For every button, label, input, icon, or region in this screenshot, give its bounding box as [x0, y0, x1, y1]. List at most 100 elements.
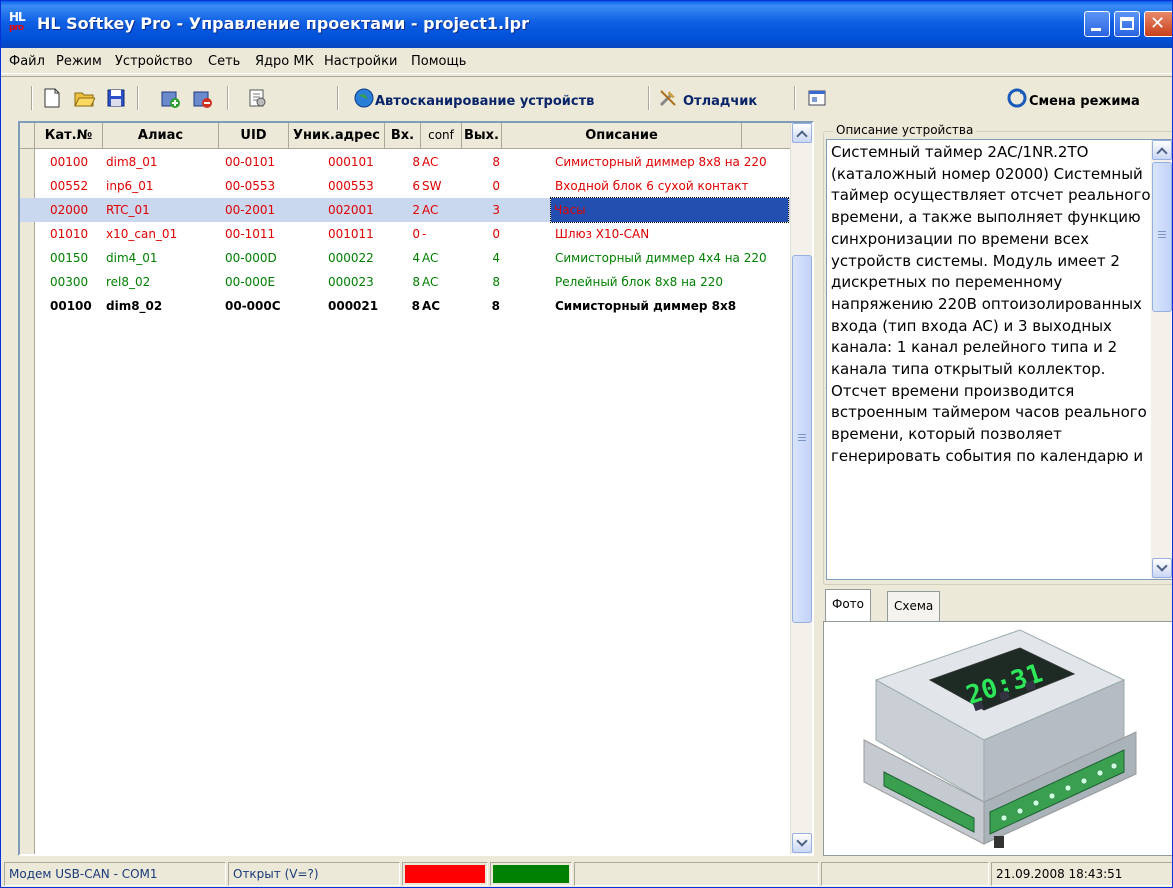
col-alias[interactable]: Алиас [103, 123, 219, 149]
table-row[interactable]: 00300 rel8_02 00-000E 000023 8 AC 8 Релейный бл… [20, 270, 790, 294]
cell-conf[interactable]: SW [422, 174, 460, 198]
cell-out[interactable]: 8 [482, 270, 500, 294]
debugger-button[interactable]: Отладчик [683, 94, 757, 109]
cell-in[interactable]: 4 [402, 246, 420, 270]
col-address[interactable]: Уник.адрес [289, 123, 385, 149]
table-scrollbar[interactable] [790, 123, 812, 854]
menu-file[interactable]: Файл [9, 54, 45, 69]
cell-in[interactable]: 0 [402, 222, 420, 246]
cell-desc[interactable]: Симисторный диммер 4x4 на 220 [555, 246, 790, 270]
cell-desc[interactable]: Симисторный диммер 8x8 [555, 294, 790, 318]
cell-out[interactable]: 0 [482, 174, 500, 198]
cell-out[interactable]: 4 [482, 246, 500, 270]
cell-alias[interactable]: dim4_01 [106, 246, 216, 270]
cell-conf[interactable]: AC [422, 270, 460, 294]
table-row[interactable]: 00552 inp6_01 00-0553 000553 6 SW 0 Входной бло… [20, 174, 790, 198]
cell-addr[interactable]: 000022 [328, 246, 384, 270]
autoscan-button[interactable]: Автосканирование устройств [375, 94, 594, 109]
cell-conf[interactable]: AC [422, 150, 460, 174]
cell-alias[interactable]: dim8_01 [106, 150, 216, 174]
cell-desc[interactable]: Симисторный диммер 8x8 на 220 [555, 150, 790, 174]
desc-scroll-down-button[interactable] [1152, 558, 1172, 578]
device-table[interactable]: Кат.№ Алиас UID Уник.адрес Вх. conf Вых.… [18, 121, 814, 856]
cell-uid[interactable]: 00-000E [225, 270, 289, 294]
cell-cat[interactable]: 01010 [50, 222, 102, 246]
cell-cat[interactable]: 00150 [50, 246, 102, 270]
cell-uid[interactable]: 00-0101 [225, 150, 289, 174]
cell-out[interactable]: 8 [482, 150, 500, 174]
maximize-button[interactable] [1114, 11, 1140, 37]
cell-uid[interactable]: 00-000D [225, 246, 289, 270]
cell-conf[interactable]: AC [422, 294, 460, 318]
description-scrollbar[interactable] [1151, 140, 1172, 579]
col-uid[interactable]: UID [219, 123, 289, 149]
menu-settings[interactable]: Настройки [324, 54, 397, 69]
cell-conf[interactable]: AC [422, 198, 460, 222]
cell-conf[interactable]: - [422, 222, 460, 246]
cell-cat[interactable]: 00552 [50, 174, 102, 198]
cell-alias[interactable]: inp6_01 [106, 174, 216, 198]
cell-desc[interactable]: Релейный блок 8x8 на 220 [555, 270, 790, 294]
table-row[interactable]: 01010 x10_can_01 00-1011 001011 0-0 Шлюз X10-… [20, 222, 790, 246]
save-disk-icon[interactable] [105, 87, 127, 109]
cell-addr[interactable]: 000553 [328, 174, 384, 198]
col-cat[interactable]: Кат.№ [35, 123, 103, 149]
menu-mcu-core[interactable]: Ядро МК [255, 54, 314, 69]
cell-in[interactable]: 8 [402, 150, 420, 174]
cell-addr[interactable]: 000021 [328, 294, 384, 318]
table-row[interactable]: 00100 dim8_01 00-0101 000101 8 AC 8 Симисторный… [20, 150, 790, 174]
minimize-button[interactable] [1084, 11, 1110, 37]
desc-scroll-thumb[interactable] [1152, 162, 1172, 312]
cell-conf[interactable]: AC [422, 246, 460, 270]
scroll-thumb[interactable] [792, 255, 812, 623]
window-icon[interactable] [806, 87, 828, 109]
cell-in[interactable]: 8 [402, 294, 420, 318]
col-description[interactable]: Описание [502, 123, 742, 149]
menu-network[interactable]: Сеть [208, 54, 240, 69]
cell-uid[interactable]: 00-000C [225, 294, 289, 318]
col-outputs[interactable]: Вых. [462, 123, 502, 149]
cell-out[interactable]: 8 [482, 294, 500, 318]
cell-out[interactable]: 0 [482, 222, 500, 246]
cell-cat[interactable]: 02000 [50, 198, 102, 222]
cell-desc[interactable]: Шлюз X10-CAN [555, 222, 790, 246]
menu-mode[interactable]: Режим [56, 54, 102, 69]
scroll-up-button[interactable] [792, 123, 812, 143]
cell-alias[interactable]: x10_can_01 [106, 222, 216, 246]
cell-cat[interactable]: 00100 [50, 150, 102, 174]
cell-in[interactable]: 6 [402, 174, 420, 198]
cell-alias[interactable]: rel8_02 [106, 270, 216, 294]
table-row[interactable]: 02000 RTC_01 00-2001 002001 2 AC 3 Часы [20, 197, 790, 223]
cell-cat[interactable]: 00300 [50, 270, 102, 294]
add-device-icon[interactable] [159, 87, 181, 109]
cell-addr[interactable]: 002001 [328, 198, 384, 222]
cell-uid[interactable]: 00-2001 [225, 198, 289, 222]
cell-addr[interactable]: 001011 [328, 222, 384, 246]
menu-device[interactable]: Устройство [115, 54, 193, 69]
cell-desc[interactable]: Часы [550, 197, 789, 223]
tab-photo[interactable]: Фото [825, 589, 872, 621]
col-conf[interactable]: conf [421, 123, 462, 149]
cell-alias[interactable]: dim8_02 [106, 294, 216, 318]
cell-addr[interactable]: 000023 [328, 270, 384, 294]
cell-in[interactable]: 8 [402, 270, 420, 294]
title-bar[interactable]: HL pro HL Softkey Pro - Управление проект… [1, 1, 1172, 48]
cell-addr[interactable]: 000101 [328, 150, 384, 174]
open-folder-icon[interactable] [73, 87, 95, 109]
new-file-icon[interactable] [41, 87, 63, 109]
cell-desc[interactable]: Входной блок 6 сухой контакт [555, 174, 790, 198]
scroll-down-button[interactable] [792, 833, 812, 853]
col-inputs[interactable]: Вх. [385, 123, 421, 149]
description-box[interactable]: Системный таймер 2AC/1NR.2TO (каталожный… [826, 139, 1172, 580]
cell-uid[interactable]: 00-0553 [225, 174, 289, 198]
tab-schema[interactable]: Схема [887, 591, 941, 621]
table-row[interactable]: 00100 dim8_02 00-000C 000021 8 AC 8 Симисторный… [20, 294, 790, 318]
menu-help[interactable]: Помощь [411, 54, 466, 69]
desc-scroll-up-button[interactable] [1152, 140, 1172, 160]
mode-change-button[interactable]: Смена режима [1029, 94, 1140, 109]
close-button[interactable]: ✕ [1144, 11, 1172, 37]
cell-in[interactable]: 2 [402, 198, 420, 222]
remove-device-icon[interactable] [191, 87, 213, 109]
cell-out[interactable]: 3 [482, 198, 500, 222]
properties-icon[interactable] [246, 87, 268, 109]
